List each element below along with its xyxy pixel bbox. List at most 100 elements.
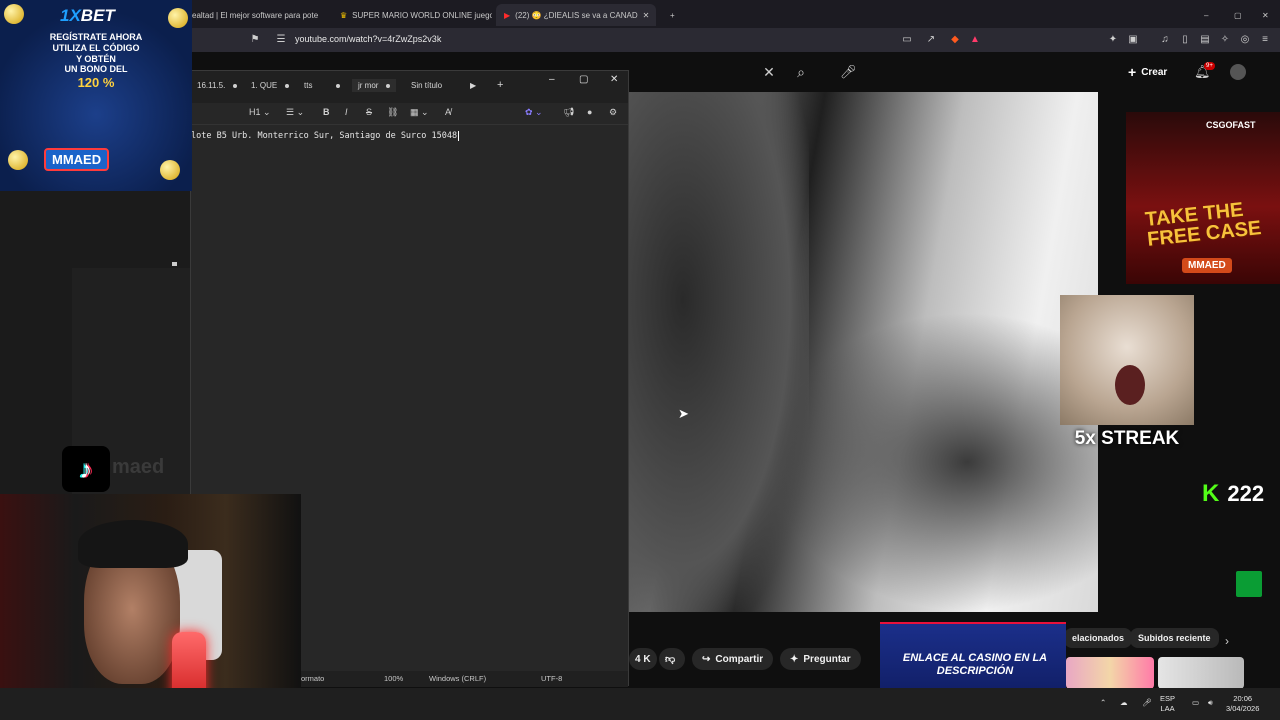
youtube-icon: ▶	[504, 10, 511, 20]
screenshot-icon[interactable]: ▣	[1126, 33, 1140, 47]
sidebar-icon[interactable]: ▯	[1178, 33, 1192, 47]
new-tab-button[interactable]: +	[662, 4, 682, 26]
new-notepad-tab-button[interactable]: +	[497, 79, 503, 91]
dislike-button[interactable]: 👎︎	[659, 648, 685, 670]
browser-tab[interactable]: ealtad | El mejor software para pote	[184, 4, 326, 26]
clear-format-icon[interactable]: A̸	[445, 107, 451, 117]
promo-line: Y OBTÉN	[76, 53, 116, 64]
notepad-text-area[interactable]: lote B5 Urb. Monterrico Sur, Santiago de…	[191, 131, 460, 141]
windows-taskbar: ⌃ ☁ 🎤︎ ESP LAA ▭ 🔊︎ 20:06 3/04/2026	[0, 688, 1280, 720]
video-frame-shadow	[769, 312, 1098, 612]
tray-chevron-icon[interactable]: ⌃	[1100, 698, 1106, 708]
language-indicator[interactable]: ESP LAA	[1160, 694, 1175, 714]
notepad-tab[interactable]: 16.11.5.	[197, 81, 238, 90]
menu-icon[interactable]: ≡	[1258, 33, 1272, 47]
ask-button[interactable]: ✦ Preguntar	[780, 648, 861, 670]
csgofast-ad: CSGOFAST TAKE THE FREE CASE MMAED	[1126, 112, 1280, 284]
status-zoom[interactable]: 100%	[384, 674, 403, 683]
link-icon[interactable]: ⛓	[387, 107, 398, 118]
video-thumbnail[interactable]	[1066, 657, 1154, 689]
notepad-tab[interactable]: 1. QUE	[251, 81, 290, 90]
extensions-icon[interactable]: ✦	[1106, 33, 1120, 47]
sparkle-icon: ✦	[790, 653, 799, 665]
browser-tab[interactable]: ♛ SUPER MARIO WORLD ONLINE juego	[332, 4, 492, 26]
promo-line: REGÍSTRATE AHORA	[49, 32, 143, 42]
bonus-value: 120 %	[77, 75, 115, 91]
minimize-window-button[interactable]: –	[1196, 4, 1216, 26]
share-icon[interactable]: ↗	[924, 33, 938, 47]
clock-time: 20:06	[1233, 694, 1253, 703]
clock[interactable]: 20:06 3/04/2026	[1226, 694, 1259, 714]
clear-search-icon[interactable]: ✕	[762, 65, 776, 79]
notepad-toolbar: H1 ⌄ ☰ ⌄ B I S ⛓ ▦ ⌄ A̸ ✿ ⌄ 📢︎ ● ⚙	[191, 103, 628, 125]
vpn-icon[interactable]: ◎	[1238, 33, 1252, 47]
kick-avatar-icon	[1236, 571, 1262, 597]
share-button[interactable]: ↪ Compartir	[692, 648, 774, 670]
status-encoding[interactable]: UTF-8	[541, 674, 562, 683]
streamer-hair	[78, 520, 188, 568]
settings-gear-icon[interactable]: ⚙	[609, 107, 617, 118]
italic-icon[interactable]: I	[345, 107, 348, 117]
small-marker	[172, 262, 177, 266]
notepad-tab-label: 1. QUE	[251, 81, 278, 90]
heading-dropdown[interactable]: H1 ⌄	[249, 107, 271, 118]
chip-recent[interactable]: Subidos reciente	[1130, 628, 1219, 648]
network-icon[interactable]: ▭	[1192, 698, 1199, 708]
brave-shield-icon[interactable]: ◆	[948, 33, 962, 47]
notepad-close-button[interactable]: ✕	[610, 74, 618, 85]
csgo-code-badge: MMAED	[1182, 258, 1232, 273]
avatar[interactable]	[1230, 64, 1246, 80]
copilot-icon[interactable]: ✿ ⌄	[525, 107, 543, 118]
notepad-maximize-button[interactable]: ▢	[579, 74, 588, 85]
share-label: Compartir	[715, 653, 764, 665]
chip-related[interactable]: elacionados	[1064, 628, 1133, 648]
search-icon[interactable]: ⌕	[794, 65, 808, 79]
microphone-icon[interactable]: 🎤︎	[840, 65, 857, 79]
maximize-window-button[interactable]: ▢	[1226, 4, 1250, 26]
volume-icon[interactable]: 🔊︎	[1208, 698, 1213, 708]
tab-label: (22) 😳 ¿DIEALIS se va a CANAD	[515, 10, 638, 20]
close-tab-icon[interactable]: ✕	[643, 11, 650, 20]
leo-icon[interactable]: ✧	[1218, 33, 1232, 47]
create-button[interactable]: + Crear	[1128, 64, 1167, 80]
unsaved-dot-icon	[285, 83, 290, 88]
wallet-icon[interactable]: ▤	[1198, 33, 1212, 47]
layout-label: LAA	[1160, 703, 1175, 713]
video-thumbnail[interactable]	[1158, 657, 1244, 689]
table-icon[interactable]: ▦ ⌄	[410, 107, 429, 118]
strikethrough-icon[interactable]: S	[366, 107, 372, 117]
url-field[interactable]: youtube.com/watch?v=4rZwZps2v3k	[295, 34, 441, 44]
account-icon[interactable]: ●	[587, 107, 592, 117]
rewards-icon[interactable]: ▲	[968, 33, 982, 47]
like-count[interactable]: 4 K	[629, 648, 657, 670]
status-line-ending[interactable]: Windows (CRLF)	[429, 674, 486, 683]
video-player[interactable]	[629, 92, 1098, 612]
notepad-minimize-button[interactable]: –	[549, 74, 555, 85]
site-settings-icon[interactable]: ☰	[274, 33, 288, 47]
mic-tray-icon[interactable]: 🎤︎	[1142, 698, 1152, 708]
notepad-tab-label: Sin título	[411, 81, 443, 90]
coin-icon	[4, 4, 24, 24]
announcement-icon[interactable]: 📢︎	[563, 107, 574, 118]
close-window-button[interactable]: ✕	[1254, 4, 1277, 26]
tiktok-logo-icon: ♪	[62, 446, 110, 492]
plus-icon: +	[1128, 64, 1137, 80]
notepad-tab-active[interactable]: jr mor	[352, 79, 397, 92]
notepad-tab[interactable]: tts	[304, 81, 341, 90]
list-icon[interactable]: ☰ ⌄	[286, 107, 304, 118]
1xbet-ad: 1XBET REGÍSTRATE AHORA UTILIZA EL CÓDIGO…	[0, 0, 192, 191]
bold-icon[interactable]: B	[323, 107, 330, 117]
tab-scroll-right-icon[interactable]: ▶	[470, 81, 476, 90]
chevron-right-icon[interactable]: ›	[1220, 634, 1234, 648]
bookmark-icon[interactable]: ⚑	[248, 33, 262, 47]
csgofast-brand: CSGOFAST	[1206, 120, 1256, 130]
onedrive-icon[interactable]: ☁	[1120, 698, 1128, 708]
crown-icon: ♛	[340, 10, 348, 20]
media-icon[interactable]: ♫	[1158, 33, 1172, 47]
notepad-tab[interactable]: Sin título	[411, 81, 442, 90]
cast-icon[interactable]: ▭	[900, 33, 914, 47]
clock-date: 3/04/2026	[1226, 703, 1260, 713]
kick-viewer-count: K 222	[1202, 480, 1264, 508]
browser-tab-active[interactable]: ▶ (22) 😳 ¿DIEALIS se va a CANAD ✕	[496, 4, 656, 26]
webcam-overlay	[0, 494, 301, 720]
